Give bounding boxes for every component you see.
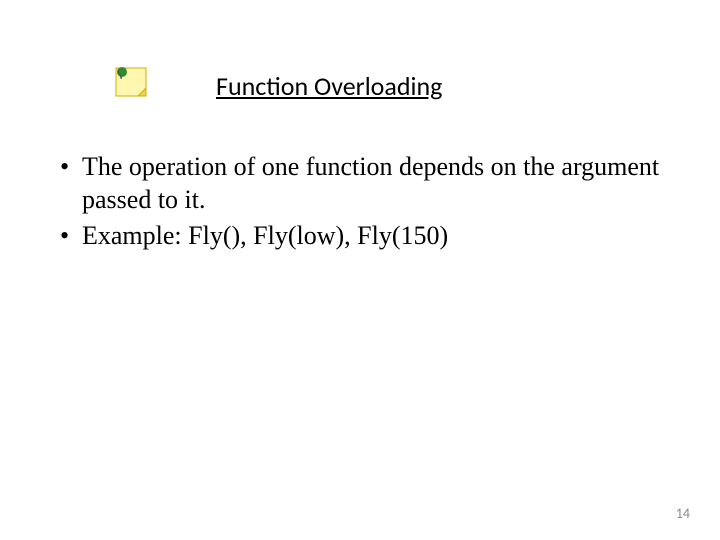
page-number: 14 — [676, 505, 690, 522]
bullet-item: The operation of one function depends on… — [60, 151, 690, 216]
bullet-list: The operation of one function depends on… — [30, 151, 690, 253]
title-row: Function Overloading — [30, 60, 690, 111]
slide-container: Function Overloading The operation of on… — [0, 0, 720, 540]
bullet-item: Example: Fly(), Fly(low), Fly(150) — [60, 220, 690, 253]
sticky-note-icon — [110, 60, 156, 111]
slide-title: Function Overloading — [216, 70, 442, 102]
